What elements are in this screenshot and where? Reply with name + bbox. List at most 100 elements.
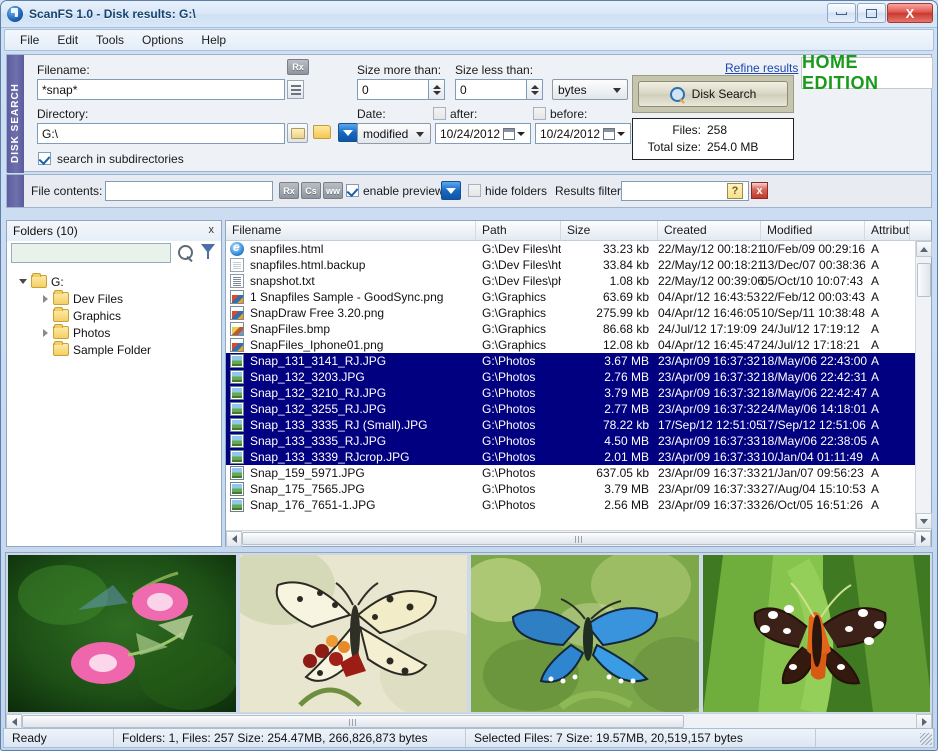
- preview-options-button[interactable]: [441, 181, 461, 200]
- minimize-button[interactable]: [827, 3, 856, 23]
- column-header-modified[interactable]: Modified: [761, 221, 865, 240]
- maximize-button[interactable]: [857, 3, 886, 23]
- resize-grip-icon[interactable]: [920, 733, 932, 745]
- size-more-spinner[interactable]: [429, 79, 445, 100]
- column-header-filename[interactable]: Filename: [226, 221, 476, 240]
- expander-open-icon[interactable]: [17, 279, 29, 284]
- expander-closed-icon[interactable]: [39, 295, 51, 303]
- date-before-checkbox[interactable]: [533, 107, 546, 120]
- tree-node-g[interactable]: G:: [17, 273, 221, 290]
- cell-attr: A: [865, 322, 910, 336]
- blue-morpho-butterfly-thumbnail[interactable]: [471, 555, 699, 712]
- contents-wholeword-button[interactable]: ww: [323, 182, 343, 199]
- date-before-calendar-button[interactable]: [599, 125, 629, 143]
- stats-total-key: Total size:: [633, 139, 707, 156]
- table-row[interactable]: Snap_133_3335_RJ.JPGG:\Photos4.50 MB23/A…: [226, 433, 915, 449]
- size-less-input[interactable]: [455, 79, 527, 100]
- table-row[interactable]: Snap_131_3141_RJ.JPGG:\Photos3.67 MB23/A…: [226, 353, 915, 369]
- hide-folders-checkbox[interactable]: [468, 184, 481, 197]
- folders-filter-input[interactable]: [11, 243, 171, 263]
- preview-hscroll-thumb[interactable]: [22, 715, 684, 728]
- results-filter-help-button[interactable]: ?: [727, 183, 743, 199]
- date-after-calendar-button[interactable]: [499, 125, 529, 143]
- size-more-input[interactable]: [357, 79, 429, 100]
- column-header-path[interactable]: Path: [476, 221, 561, 240]
- directory-dropdown-button[interactable]: [338, 123, 358, 142]
- filename-input[interactable]: [37, 79, 285, 100]
- file-contents-input[interactable]: [105, 181, 273, 201]
- refine-results-link[interactable]: Refine results: [725, 61, 798, 75]
- tree-node-photos[interactable]: Photos: [17, 324, 221, 341]
- file-list-hscrollbar[interactable]: [226, 530, 931, 546]
- column-header-created[interactable]: Created: [658, 221, 761, 240]
- pink-mimosa-flowers-thumbnail[interactable]: [8, 555, 236, 712]
- folders-panel-hscrollbar[interactable]: [7, 530, 221, 546]
- file-list-vscrollbar[interactable]: [915, 241, 931, 529]
- table-row[interactable]: SnapFiles_Iphone01.pngG:\Graphics12.08 k…: [226, 337, 915, 353]
- scroll-up-button[interactable]: [916, 241, 932, 257]
- date-after-field[interactable]: 10/24/2012: [435, 123, 531, 144]
- size-unit-select[interactable]: bytes: [552, 79, 628, 100]
- png-file-icon: [230, 338, 244, 352]
- expander-closed-icon[interactable]: [39, 329, 51, 337]
- table-row[interactable]: Snap_133_3335_RJ (Small).JPGG:\Photos78.…: [226, 417, 915, 433]
- tree-node-graphics[interactable]: Graphics: [17, 307, 221, 324]
- magnifier-icon[interactable]: [177, 244, 194, 261]
- column-header-size[interactable]: Size: [561, 221, 658, 240]
- date-after-checkbox[interactable]: [433, 107, 446, 120]
- table-row[interactable]: Snap_132_3210_RJ.JPGG:\Photos3.79 MB23/A…: [226, 385, 915, 401]
- size-less-spinner[interactable]: [527, 79, 543, 100]
- cell-path: G:\Photos: [476, 370, 561, 384]
- table-row[interactable]: snapfiles.htmlG:\Dev Files\html33.23 kb2…: [226, 241, 915, 257]
- disk-search-button[interactable]: Disk Search: [638, 81, 788, 107]
- menu-edit[interactable]: Edit: [48, 31, 87, 49]
- menu-help[interactable]: Help: [192, 31, 235, 49]
- date-mode-select[interactable]: modified: [357, 123, 431, 144]
- table-row[interactable]: 1 Snapfiles Sample - GoodSync.pngG:\Grap…: [226, 289, 915, 305]
- vscroll-thumb[interactable]: [917, 263, 931, 297]
- search-subdirectories-checkbox[interactable]: [38, 152, 51, 165]
- tree-node-sample-folder[interactable]: Sample Folder: [17, 341, 221, 358]
- thumbnail-image: [703, 555, 931, 712]
- table-row[interactable]: snapshot.txtG:\Dev Files\php1.08 kb22/Ma…: [226, 273, 915, 289]
- hscroll-track[interactable]: [242, 531, 915, 547]
- date-before-field[interactable]: 10/24/2012: [535, 123, 631, 144]
- menu-tools[interactable]: Tools: [87, 31, 133, 49]
- menu-options[interactable]: Options: [133, 31, 192, 49]
- table-row[interactable]: Snap_176_7651-1.JPGG:\Photos2.56 MB23/Ap…: [226, 497, 915, 513]
- contents-regex-button[interactable]: Rx: [279, 182, 299, 199]
- table-row[interactable]: snapfiles.html.backupG:\Dev Files\html33…: [226, 257, 915, 273]
- funnel-icon[interactable]: [201, 244, 216, 260]
- browse-folder-button[interactable]: [287, 123, 308, 143]
- column-header-attribut[interactable]: Attribut: [865, 221, 910, 240]
- directory-input[interactable]: [37, 123, 285, 144]
- filename-history-button[interactable]: [287, 80, 304, 99]
- tree-node-dev-files[interactable]: Dev Files: [17, 290, 221, 307]
- table-row[interactable]: Snap_175_7565.JPGG:\Photos3.79 MB23/Apr/…: [226, 481, 915, 497]
- contents-casesensitive-button[interactable]: Cs: [301, 182, 321, 199]
- table-row[interactable]: Snap_132_3255_RJ.JPGG:\Photos2.77 MB23/A…: [226, 401, 915, 417]
- scroll-left-button[interactable]: [226, 531, 242, 547]
- cell-modified: 18/May/06 22:38:05: [761, 434, 865, 448]
- results-filter-clear-button[interactable]: x: [751, 182, 768, 199]
- close-button[interactable]: X: [887, 3, 933, 23]
- enable-preview-checkbox[interactable]: [346, 184, 359, 197]
- paper-kite-butterfly-thumbnail[interactable]: [240, 555, 468, 712]
- orange-tiger-butterfly-thumbnail[interactable]: [703, 555, 931, 712]
- table-row[interactable]: Snap_159_5971.JPGG:\Photos637.05 kb23/Ap…: [226, 465, 915, 481]
- menu-file[interactable]: File: [11, 31, 48, 49]
- open-folder-icon[interactable]: [313, 125, 331, 139]
- scroll-down-button[interactable]: [916, 513, 932, 529]
- table-row[interactable]: SnapDraw Free 3.20.pngG:\Graphics275.99 …: [226, 305, 915, 321]
- preview-strip-scrollbar[interactable]: [6, 713, 932, 729]
- hscroll-thumb[interactable]: [242, 532, 915, 545]
- size-unit-value: bytes: [558, 83, 587, 97]
- cell-name: Snap_132_3210_RJ.JPG: [226, 386, 476, 400]
- table-row[interactable]: SnapFiles.bmpG:\Graphics86.68 kb24/Jul/1…: [226, 321, 915, 337]
- disk-search-tab[interactable]: DISK SEARCH: [7, 55, 24, 173]
- folders-panel-close-button[interactable]: x: [209, 224, 215, 236]
- table-row[interactable]: Snap_132_3203.JPGG:\Photos2.76 MB23/Apr/…: [226, 369, 915, 385]
- scroll-right-button[interactable]: [915, 531, 931, 547]
- table-row[interactable]: Snap_133_3339_RJcrop.JPGG:\Photos2.01 MB…: [226, 449, 915, 465]
- regex-button[interactable]: Rx: [287, 59, 309, 75]
